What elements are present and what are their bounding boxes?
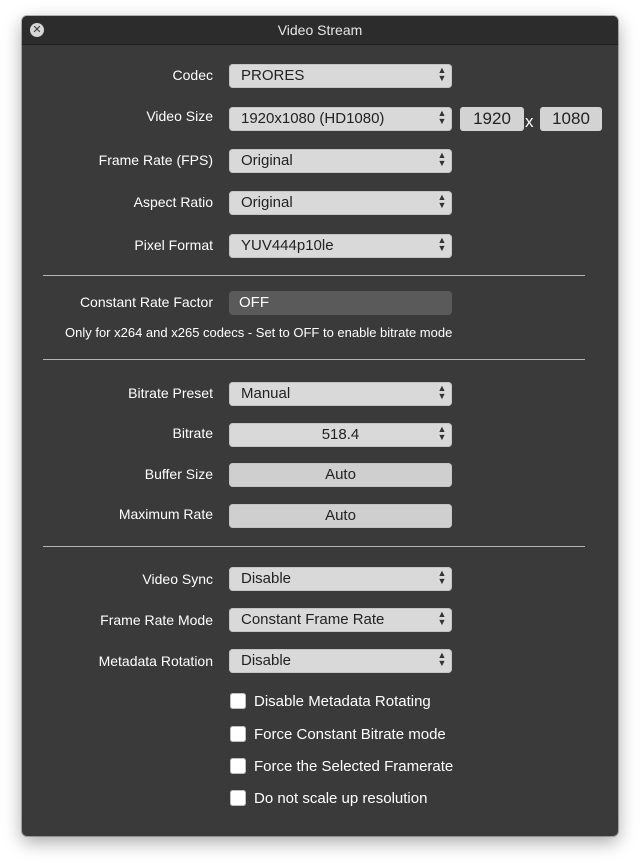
divider [43, 359, 585, 360]
chevron-up-down-icon: ▲ ▼ [437, 235, 447, 253]
maximum-rate-label: Maximum Rate [118, 506, 213, 522]
codec-label: Codec [172, 67, 213, 83]
frame-rate-select[interactable]: Original ▲ ▼ [229, 149, 452, 173]
maximum-rate-input[interactable]: Auto [229, 504, 452, 528]
video-stream-window: ✕ Video Stream Codec PRORES ▲ ▼ Video Siz… [22, 16, 618, 836]
crf-input[interactable]: OFF [229, 291, 452, 315]
metadata-rotation-select[interactable]: Disable ▲ ▼ [229, 649, 452, 673]
frame-rate-mode-select[interactable]: Constant Frame Rate ▲ ▼ [229, 608, 452, 632]
pixel-format-label: Pixel Format [134, 237, 213, 253]
disable-metadata-rotating-checkbox[interactable] [230, 693, 246, 709]
chevron-up-down-icon: ▲ ▼ [437, 108, 447, 126]
aspect-ratio-label: Aspect Ratio [133, 194, 213, 210]
divider [43, 546, 585, 547]
chevron-up-down-icon: ▲ ▼ [437, 568, 447, 586]
divider [43, 275, 585, 276]
chevron-up-down-icon: ▲ ▼ [437, 192, 447, 210]
chevron-up-down-icon: ▲ ▼ [437, 609, 447, 627]
frame-rate-mode-value: Constant Frame Rate [241, 611, 385, 628]
video-sync-select[interactable]: Disable ▲ ▼ [229, 567, 452, 591]
codec-value: PRORES [241, 67, 305, 84]
aspect-ratio-select[interactable]: Original ▲ ▼ [229, 191, 452, 215]
size-separator: x [525, 112, 534, 131]
video-size-select[interactable]: 1920x1080 (HD1080) ▲ ▼ [229, 107, 452, 131]
force-selected-framerate-checkbox[interactable] [230, 758, 246, 774]
checkbox-label: Force Constant Bitrate mode [254, 726, 446, 743]
bitrate-preset-value: Manual [241, 385, 291, 402]
height-input[interactable]: 1080 [540, 107, 602, 131]
bitrate-label: Bitrate [172, 425, 213, 441]
bitrate-preset-select[interactable]: Manual ▲ ▼ [229, 382, 452, 406]
chevron-up-down-icon: ▲ ▼ [437, 150, 447, 168]
frame-rate-label: Frame Rate (FPS) [98, 152, 213, 168]
pixel-format-value: YUV444p10le [241, 237, 334, 254]
crf-note: Only for x264 and x265 codecs - Set to O… [65, 325, 453, 340]
crf-label: Constant Rate Factor [79, 294, 213, 310]
checkbox-label: Disable Metadata Rotating [254, 693, 431, 710]
chevron-up-down-icon[interactable]: ▲ ▼ [437, 425, 447, 445]
checkbox-label: Do not scale up resolution [254, 790, 428, 807]
no-scale-up-checkbox[interactable] [230, 790, 246, 806]
metadata-rotation-label: Metadata Rotation [98, 653, 213, 669]
chevron-up-down-icon: ▲ ▼ [437, 383, 447, 401]
frame-rate-value: Original [241, 152, 293, 169]
video-sync-value: Disable [241, 570, 292, 587]
pixel-format-select[interactable]: YUV444p10le ▲ ▼ [229, 234, 452, 258]
width-input[interactable]: 1920 [460, 107, 524, 131]
metadata-rotation-value: Disable [241, 652, 292, 669]
bitrate-stepper[interactable]: 518.4 ▲ ▼ [229, 423, 452, 447]
buffer-size-label: Buffer Size [144, 466, 213, 482]
video-size-value: 1920x1080 (HD1080) [241, 110, 385, 127]
chevron-up-down-icon: ▲ ▼ [437, 65, 447, 83]
buffer-size-input[interactable]: Auto [229, 463, 452, 487]
bitrate-value: 518.4 [321, 426, 360, 443]
checkbox-label: Force the Selected Framerate [254, 758, 454, 775]
aspect-ratio-value: Original [241, 194, 293, 211]
close-icon[interactable]: ✕ [30, 23, 44, 37]
video-sync-label: Video Sync [142, 571, 213, 587]
bitrate-preset-label: Bitrate Preset [128, 385, 213, 401]
title-bar: ✕ Video Stream [22, 16, 618, 45]
force-constant-bitrate-checkbox[interactable] [230, 726, 246, 742]
chevron-up-down-icon: ▲ ▼ [437, 650, 447, 668]
frame-rate-mode-label: Frame Rate Mode [100, 612, 213, 628]
codec-select[interactable]: PRORES ▲ ▼ [229, 64, 452, 88]
window-title: Video Stream [277, 22, 363, 38]
video-size-label: Video Size [146, 108, 213, 124]
